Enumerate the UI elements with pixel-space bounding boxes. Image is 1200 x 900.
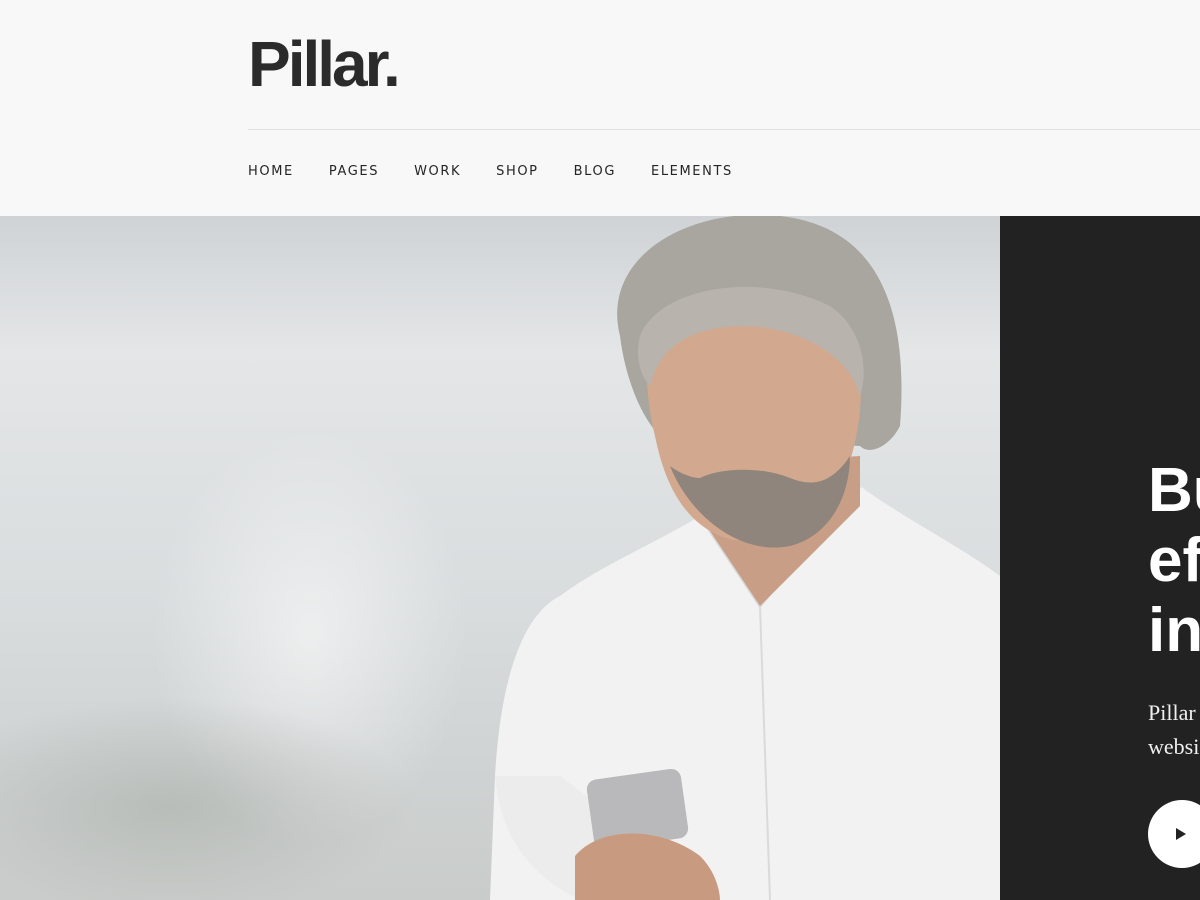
main-nav: HOME PAGES WORK SHOP BLOG ELEMENTS <box>248 163 768 181</box>
hero-heading-line: in <box>1148 596 1200 665</box>
man-with-smartphone-photo <box>490 216 1000 900</box>
play-icon <box>1176 828 1186 840</box>
nav-item-elements[interactable]: ELEMENTS <box>651 163 733 181</box>
nav-item-home[interactable]: HOME <box>248 163 294 181</box>
hero-heading: Bu ef in <box>1148 456 1200 666</box>
nav-item-work[interactable]: WORK <box>414 163 461 181</box>
hero-description: Pillar websi <box>1148 696 1199 764</box>
nav-item-shop[interactable]: SHOP <box>496 163 539 181</box>
nav-item-blog[interactable]: BLOG <box>574 163 616 181</box>
hero-description-line: Pillar <box>1148 700 1196 725</box>
site-header: Pillar. HOME PAGES WORK SHOP BLOG ELEMEN… <box>0 0 1200 216</box>
hero-heading-line: ef <box>1148 526 1200 595</box>
hero-image <box>0 216 1000 900</box>
hero-description-line: websi <box>1148 734 1200 759</box>
site-logo[interactable]: Pillar. <box>248 26 401 102</box>
header-divider <box>248 129 1200 130</box>
nav-item-pages[interactable]: PAGES <box>329 163 379 181</box>
hero-heading-line: Bu <box>1148 456 1200 525</box>
